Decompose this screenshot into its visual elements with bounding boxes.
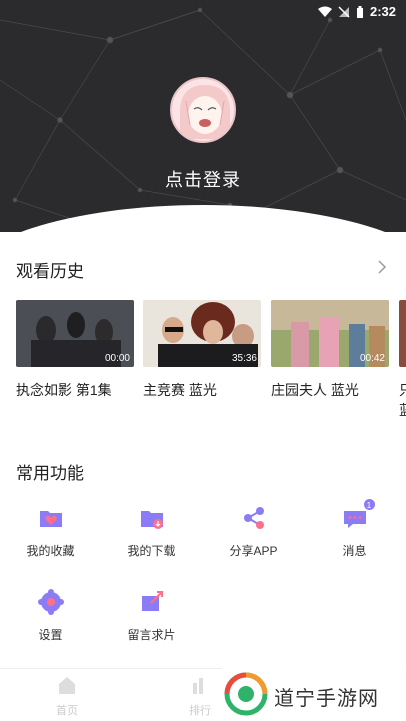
nav-rank[interactable]: 排行 [170,675,230,718]
nav-home[interactable]: 首页 [37,675,97,718]
settings-button[interactable]: 设置 [0,587,101,643]
downloads-button[interactable]: 我的下载 [101,503,202,559]
nav-rank-label: 排行 [189,705,211,717]
share-app-button[interactable]: 分享APP [203,503,304,559]
history-thumbnail: 35:36 [143,300,261,367]
status-bar: 2:32 [0,0,406,24]
request-movie-button[interactable]: 留言求片 [101,587,202,643]
home-icon [59,677,75,694]
history-item[interactable]: 只 蓝 [399,300,406,420]
settings-icon [37,589,64,615]
history-item[interactable]: 35:36 主竞赛 蓝光 [143,300,261,400]
no-signal-icon [338,5,350,18]
history-list: 00:00 执念如影 第1集 35:36 主竞赛 蓝光 00:42 庄园夫人 蓝… [16,300,406,430]
heart-folder-icon [39,511,62,527]
download-folder-icon [140,511,163,529]
history-duration: 00:42 [359,353,385,364]
history-item-title: 庄园夫人 蓝光 [271,382,359,398]
history-item[interactable]: 00:00 执念如影 第1集 [16,300,134,400]
watermark: 道宁手游网 [222,668,406,721]
history-thumbnail: 00:00 [16,300,134,367]
login-button[interactable]: 点击登录 [0,166,406,192]
history-item-title: 主竞赛 蓝光 [143,382,217,398]
functions-title: 常用功能 [16,464,84,483]
request-icon [141,591,163,611]
history-duration: 00:00 [104,353,130,364]
nav-home-label: 首页 [56,705,78,717]
chevron-right-icon[interactable] [377,260,387,274]
history-thumbnail: 00:42 [271,300,389,367]
watermark-text: 道宁手游网 [274,686,379,710]
history-title: 观看历史 [16,262,84,281]
messages-button[interactable]: 1 消息 [304,498,405,559]
favorites-button[interactable]: 我的收藏 [0,503,101,559]
history-thumbnail [399,300,406,367]
history-duration: 35:36 [231,353,257,364]
wifi-icon [317,6,332,17]
settings-label: 设置 [38,628,63,642]
status-time: 2:32 [369,4,396,19]
profile-header: 2:32 点击登录 [0,0,406,232]
share-icon [243,507,264,529]
share-app-label: 分享APP [229,544,278,558]
downloads-label: 我的下载 [127,544,176,558]
history-item-title: 执念如影 第1集 [16,382,112,398]
request-movie-label: 留言求片 [127,628,176,642]
history-item[interactable]: 00:42 庄园夫人 蓝光 [271,300,389,400]
messages-label: 消息 [342,544,367,558]
watermark-logo-icon [224,672,268,716]
battery-icon [356,5,363,18]
message-badge: 1 [362,498,376,511]
favorites-label: 我的收藏 [26,544,75,558]
history-item-title: 只 蓝 [399,380,406,420]
avatar[interactable] [170,77,236,143]
rank-icon [193,678,203,694]
